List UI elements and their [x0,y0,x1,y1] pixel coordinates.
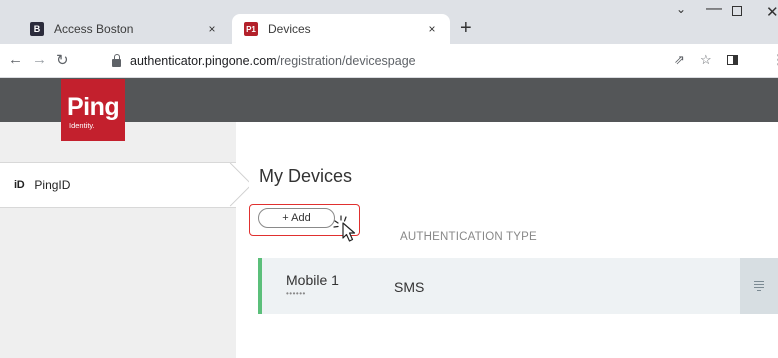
device-menu-button[interactable] [740,258,778,314]
tab-search-chevron-icon[interactable]: ⌄ [676,2,686,16]
sidebar-item-pingid[interactable]: iD PingID [0,162,236,208]
close-tab-icon[interactable]: × [422,22,442,36]
tab-devices[interactable]: P1 Devices × [232,14,450,44]
pingone-favicon-icon: P1 [244,22,258,36]
access-boston-favicon-icon: B [30,22,44,36]
screen: B Access Boston × P1 Devices × + ⌄ — ✕ ←… [0,0,778,358]
device-masked-number: •••••• [286,289,306,298]
logo-subtitle: Identity. [69,121,95,130]
selected-item-pointer [229,162,249,208]
add-device-button[interactable]: + Add [258,208,335,228]
more-options-icon[interactable]: ⋮ [772,52,778,68]
bookmark-star-icon[interactable]: ☆ [700,52,712,68]
list-menu-icon [754,280,764,292]
address-path: /registration/devicespage [276,54,416,68]
sidebar-item-label: PingID [34,178,71,192]
pingid-icon: iD [14,179,25,191]
device-row[interactable]: Mobile 1 •••••• SMS [258,258,740,314]
browser-toolbar: ← → ↻ authenticator.pingone.com/registra… [0,44,778,78]
back-arrow-icon[interactable]: ← [8,51,23,68]
tab-access-boston[interactable]: B Access Boston × [18,14,230,44]
share-icon[interactable]: ⇗ [674,52,685,68]
logo-word: Ping [67,93,120,121]
forward-arrow-icon[interactable]: → [32,51,47,68]
address-domain: authenticator.pingone.com [130,54,277,68]
reload-icon[interactable]: ↻ [56,51,69,69]
address-bar[interactable]: authenticator.pingone.com/registration/d… [112,50,416,72]
ping-identity-logo: Ping Identity. [61,79,125,141]
close-tab-icon[interactable]: × [202,22,222,36]
browser-tab-strip: B Access Boston × P1 Devices × + ⌄ — ✕ [0,0,778,44]
device-auth-type: SMS [394,279,425,295]
tab-title: Access Boston [54,22,134,36]
device-name: Mobile 1 [286,272,339,288]
sidebar: iD PingID [0,122,236,358]
authentication-type-header: AUTHENTICATION TYPE [400,231,537,243]
tab-title: Devices [268,22,311,36]
maximize-window-icon[interactable] [732,6,742,16]
minimize-window-icon[interactable]: — [706,0,722,18]
page-title: My Devices [259,166,353,186]
lock-icon [112,54,121,67]
side-panel-icon[interactable] [727,55,738,65]
new-tab-button[interactable]: + [460,18,472,38]
hand-cursor-icon [333,215,356,242]
close-window-icon[interactable]: ✕ [766,3,778,21]
